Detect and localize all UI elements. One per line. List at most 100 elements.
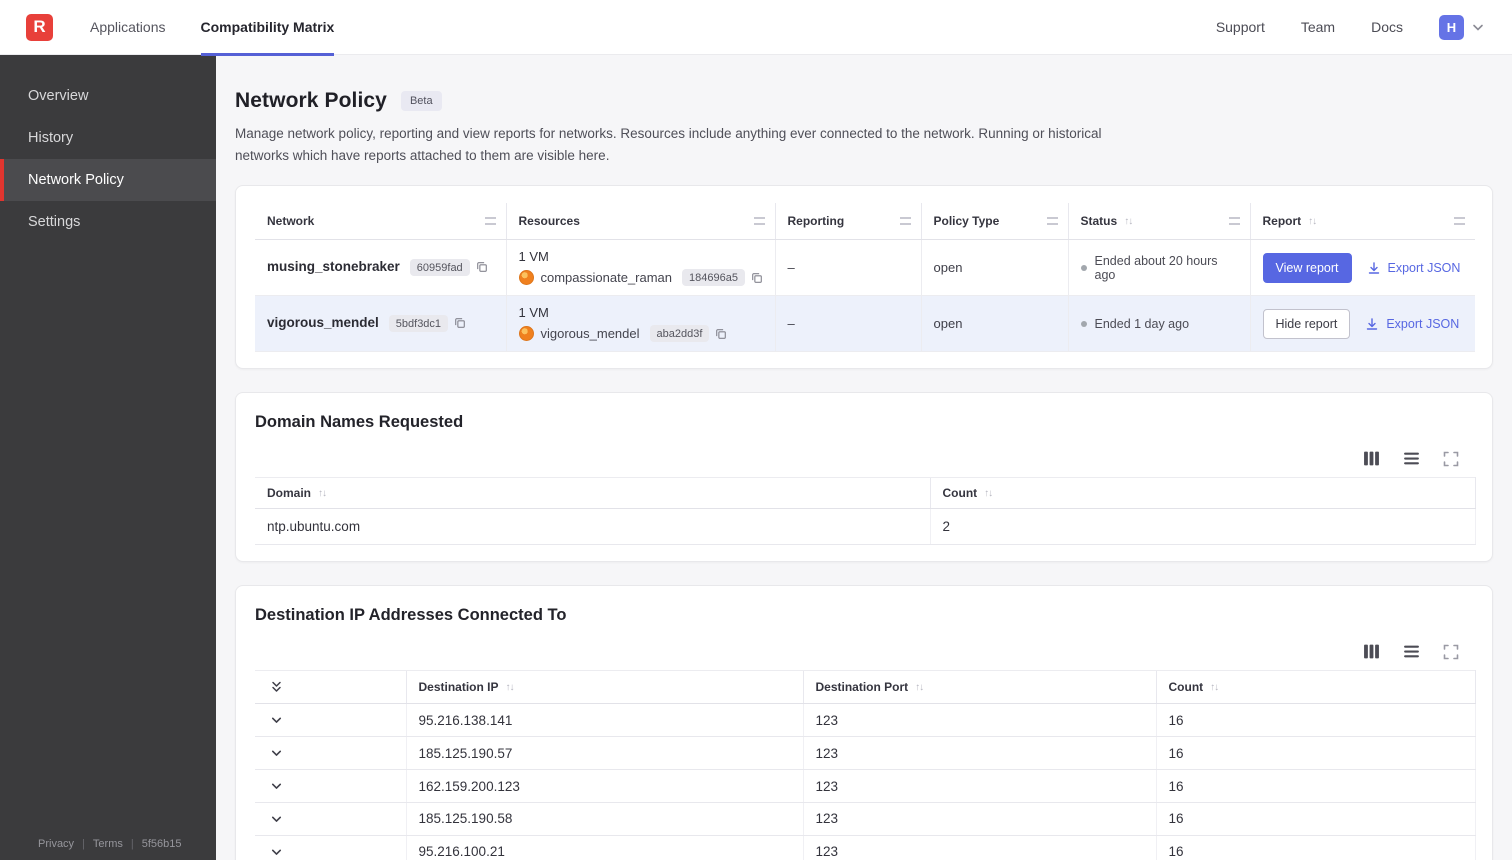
destination-row[interactable]: 162.159.200.123 123 16 [255,769,1476,803]
export-json-link[interactable]: Export JSON [1367,260,1461,275]
top-navbar: R Applications Compatibility Matrix Supp… [0,0,1512,56]
network-name: vigorous_mendel [267,314,379,330]
status-text: Ended about 20 hours ago [1094,253,1218,282]
sort-icon[interactable]: ↑↓ [984,488,993,499]
column-header-status: Status [1080,214,1118,229]
nav-link[interactable]: Team [1301,19,1335,35]
column-header-destination-port: Destination Port [815,680,909,695]
resource-id-badge: aba2dd3f [649,325,710,343]
column-resize-handle[interactable] [753,217,765,226]
destination-port-value: 123 [802,769,1156,803]
column-resize-handle[interactable] [899,217,911,226]
resource-count: 1 VM [518,305,549,321]
sidebar-item[interactable]: History [0,117,216,159]
sidebar-item[interactable]: Overview [0,75,216,117]
sidebar-item-label: Settings [28,214,81,230]
resource-name: compassionate_raman [540,270,673,286]
domains-table: Domain ↑↓ Count ↑↓ ntp.ubuntu.com 2 [255,477,1476,546]
sort-icon[interactable]: ↑↓ [915,682,924,693]
column-resize-handle[interactable] [1228,217,1240,226]
resource-count: 1 VM [518,249,549,265]
copy-icon[interactable] [715,328,727,340]
export-json-link[interactable]: Export JSON [1365,317,1459,331]
column-header-policy-type: Policy Type [933,214,1000,229]
column-resize-handle[interactable] [1046,217,1058,226]
sort-icon[interactable]: ↑↓ [1308,216,1317,227]
nav-link[interactable]: Docs [1371,19,1403,35]
sort-icon[interactable]: ↑↓ [318,488,327,499]
network-status: Ended 1 day ago [1080,316,1238,331]
terms-link[interactable]: Terms [93,838,123,850]
nav-tab[interactable]: Compatibility Matrix [200,0,335,56]
column-header-domain: Domain [267,486,312,501]
fullscreen-icon[interactable] [1443,644,1459,660]
networks-header-row: Network Resources Reporting Policy Type … [255,203,1475,241]
page-header: Network Policy Beta [235,89,1493,113]
expand-all-icon[interactable] [269,679,284,695]
chevron-down-icon[interactable] [269,713,284,728]
policy-type-value: open [920,239,1068,297]
download-icon [1368,261,1379,274]
status-dot [1080,264,1087,271]
domains-header-row: Domain ↑↓ Count ↑↓ [255,477,1476,510]
export-json-label: Export JSON [1386,316,1460,331]
network-row[interactable]: musing_stonebraker 60959fad 1 VM compassi… [255,239,1475,297]
privacy-link[interactable]: Privacy [38,838,74,850]
column-resize-handle[interactable] [484,217,496,226]
network-id-badge: 60959fad [409,259,470,277]
nav-tab-label: Compatibility Matrix [200,19,335,35]
destination-row[interactable]: 185.125.190.58 123 16 [255,802,1476,836]
chevron-down-icon[interactable] [1470,19,1486,35]
sidebar-footer: Privacy | Terms | 5f56b15 [38,838,182,850]
fullscreen-icon[interactable] [1443,451,1459,467]
nav-link[interactable]: Support [1216,19,1265,35]
beta-badge: Beta [400,91,442,111]
export-json-label: Export JSON [1387,260,1461,275]
domain-row[interactable]: ntp.ubuntu.com 2 [255,508,1476,546]
avatar[interactable]: H [1439,14,1464,40]
report-toggle-button[interactable]: View report [1262,252,1352,283]
sort-icon[interactable]: ↑↓ [1210,682,1219,693]
vm-icon [518,270,534,286]
column-header-resources: Resources [518,214,580,229]
footer-divider: | [82,838,85,850]
report-toggle-button[interactable]: Hide report [1262,308,1351,339]
sidebar-nav: Overview History Network Policy Settings [0,55,216,243]
chevron-down-icon[interactable] [269,779,284,794]
status-text: Ended 1 day ago [1094,316,1190,331]
policy-type-value: open [920,295,1068,353]
copy-icon[interactable] [476,261,488,273]
network-id-badge: 5bdf3dc1 [388,315,449,333]
footer-divider: | [130,838,134,850]
destination-count-value: 16 [1155,835,1476,860]
rows-icon[interactable] [1403,643,1420,660]
destination-ip-value: 162.159.200.123 [405,769,803,803]
nav-right: Support Team Docs H [1216,14,1486,40]
columns-icon[interactable] [1363,643,1380,660]
rows-icon[interactable] [1403,450,1420,467]
sidebar-item[interactable]: Settings [0,201,216,243]
domains-toolbar [255,450,1459,467]
copy-icon[interactable] [454,317,466,329]
destination-count-value: 16 [1155,703,1476,738]
columns-icon[interactable] [1363,450,1380,467]
sort-icon[interactable]: ↑↓ [506,682,515,693]
brand-logo[interactable]: R [26,13,53,41]
column-resize-handle[interactable] [1454,217,1465,226]
destination-port-value: 123 [802,703,1156,738]
nav-tab[interactable]: Applications [90,0,166,55]
destination-row[interactable]: 95.216.100.21 123 16 [255,835,1476,860]
destination-row[interactable]: 95.216.138.141 123 16 [255,703,1476,738]
destination-count-value: 16 [1155,802,1476,836]
chevron-down-icon[interactable] [269,812,284,827]
destination-ip-value: 95.216.138.141 [405,703,803,738]
sidebar-item[interactable]: Network Policy [0,159,216,201]
copy-icon[interactable] [751,272,763,284]
chevron-down-icon[interactable] [269,845,284,860]
chevron-down-icon[interactable] [269,746,284,761]
user-menu[interactable]: H [1439,14,1486,40]
destination-row[interactable]: 185.125.190.57 123 16 [255,736,1476,771]
sort-icon[interactable]: ↑↓ [1124,216,1133,227]
column-header-network: Network [267,214,315,229]
network-row[interactable]: vigorous_mendel 5bdf3dc1 1 VM vigorous_me… [255,295,1475,353]
